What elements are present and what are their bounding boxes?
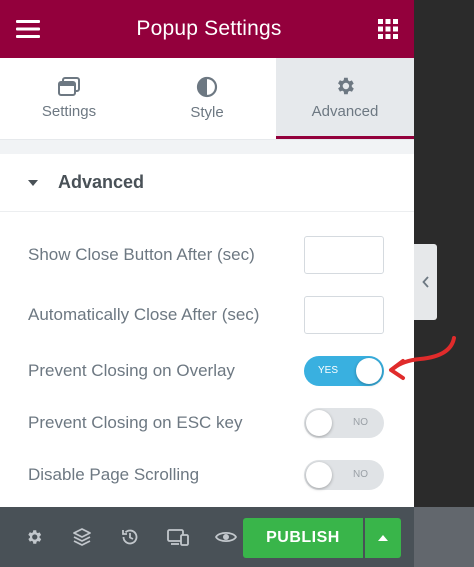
- show-close-after-row: Show Close Button After (sec): [28, 236, 384, 274]
- footer-navigator-button[interactable]: [58, 507, 106, 567]
- section-title: Advanced: [58, 172, 145, 192]
- publish-options-button[interactable]: [365, 518, 401, 558]
- settings-window-icon: [58, 77, 80, 96]
- disable-scroll-label: Disable Page Scrolling: [28, 465, 200, 484]
- layers-icon: [73, 528, 91, 546]
- section-spacer: [0, 140, 414, 154]
- canvas-bottom-area: [414, 507, 474, 567]
- disable-scroll-row: Disable Page Scrolling NO: [28, 460, 384, 490]
- toggle-knob: [306, 462, 332, 488]
- panel-title: Popup Settings: [136, 17, 282, 40]
- prevent-overlay-toggle[interactable]: YES: [304, 356, 384, 386]
- panel-tabs: Settings Style Advanced: [0, 58, 414, 140]
- half-circle-icon: [196, 76, 218, 98]
- popup-settings-panel: Popup Settings Settings Style Advanced A…: [0, 0, 414, 567]
- gear-icon: [28, 530, 42, 544]
- auto-close-after-label: Automatically Close After (sec): [28, 305, 260, 324]
- chevron-left-icon: [421, 276, 429, 288]
- panel-header: Popup Settings: [0, 0, 414, 58]
- grid-icon[interactable]: [378, 19, 398, 39]
- tab-advanced[interactable]: Advanced: [276, 58, 414, 139]
- auto-close-after-row: Automatically Close After (sec): [28, 296, 384, 334]
- toggle-state-text: NO: [353, 469, 368, 480]
- advanced-section-header[interactable]: Advanced: [0, 154, 414, 212]
- annotation-arrow-icon: [389, 336, 456, 380]
- toggle-state-text: YES: [318, 365, 339, 376]
- prevent-esc-toggle[interactable]: NO: [304, 408, 384, 438]
- tab-style[interactable]: Style: [138, 58, 276, 139]
- tab-settings-label: Settings: [41, 103, 97, 120]
- toggle-state-text: NO: [353, 417, 368, 428]
- footer-responsive-button[interactable]: [154, 507, 202, 567]
- tab-settings[interactable]: Settings: [0, 58, 138, 139]
- publish-button[interactable]: PUBLISH: [243, 518, 363, 558]
- disable-scroll-toggle[interactable]: NO: [304, 460, 384, 490]
- devices-icon: [167, 529, 189, 546]
- prevent-overlay-label: Prevent Closing on Overlay: [28, 361, 235, 380]
- toggle-knob: [356, 358, 382, 384]
- caret-up-icon: [378, 535, 388, 541]
- tab-style-label: Style: [190, 104, 224, 121]
- footer-history-button[interactable]: [106, 507, 154, 567]
- show-close-after-input[interactable]: [304, 236, 384, 274]
- prevent-overlay-row: Prevent Closing on Overlay YES: [28, 356, 384, 386]
- collapse-panel-button[interactable]: [414, 244, 437, 320]
- tab-advanced-label: Advanced: [311, 102, 379, 120]
- gear-icon: [338, 77, 354, 94]
- footer-settings-button[interactable]: [10, 507, 58, 567]
- prevent-esc-row: Prevent Closing on ESC key NO: [28, 408, 384, 438]
- toggle-knob: [306, 410, 332, 436]
- caret-down-icon: [28, 179, 38, 186]
- show-close-after-label: Show Close Button After (sec): [28, 245, 255, 264]
- advanced-controls: Show Close Button After (sec) Automatica…: [0, 212, 414, 507]
- auto-close-after-input[interactable]: [304, 296, 384, 334]
- history-icon: [122, 529, 138, 545]
- prevent-esc-label: Prevent Closing on ESC key: [28, 413, 243, 432]
- eye-icon: [215, 531, 237, 543]
- hamburger-icon[interactable]: [16, 20, 40, 38]
